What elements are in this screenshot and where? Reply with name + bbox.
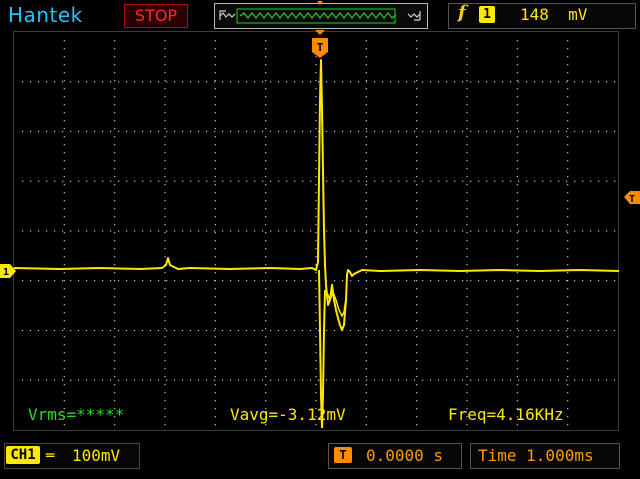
trigger-time-marker-label: T xyxy=(317,41,324,54)
measure-vavg: Vavg=-3.12mV xyxy=(230,405,346,424)
ch1-label: CH1 xyxy=(6,446,40,464)
ch1-ground-marker-label: 1 xyxy=(3,267,9,278)
dc-coupling-icon: ═ xyxy=(46,448,55,464)
volts-per-div: 100mV xyxy=(72,446,121,465)
trigger-time-icon: T xyxy=(334,447,352,463)
measure-vrms: Vrms=***** xyxy=(28,405,125,424)
measure-freq: Freq=4.16KHz xyxy=(448,405,564,424)
horizontal-position-value: 0.0000 s xyxy=(366,446,444,465)
trigger-level-marker-label: T xyxy=(629,194,635,205)
ch1-trace xyxy=(13,59,620,331)
time-per-div: Time 1.000ms xyxy=(478,446,594,465)
